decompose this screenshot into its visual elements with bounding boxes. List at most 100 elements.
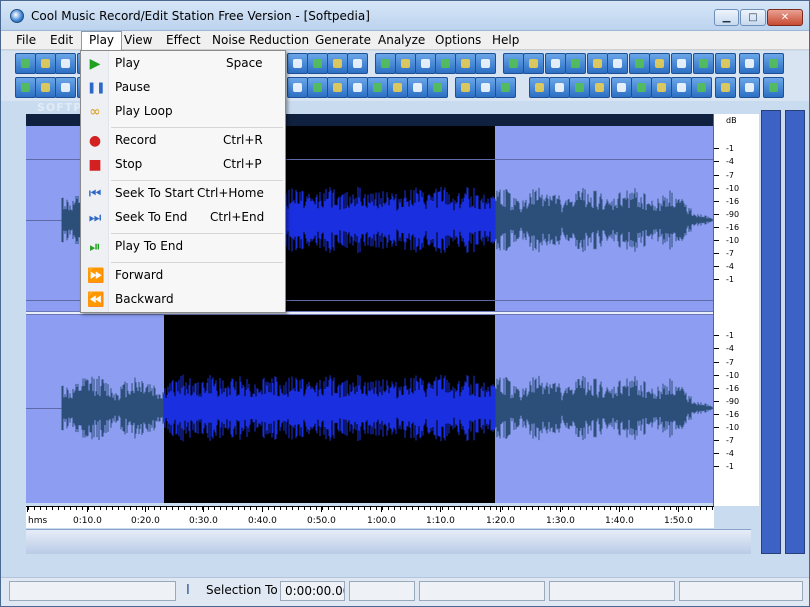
toolbar-button[interactable] bbox=[35, 77, 56, 98]
ruler-minor-tick bbox=[160, 507, 161, 510]
menu-item-label: Seek To Start bbox=[115, 186, 194, 200]
toolbar-button[interactable] bbox=[455, 77, 476, 98]
toolbar-button[interactable] bbox=[375, 53, 396, 74]
toolbar-button[interactable] bbox=[715, 53, 736, 74]
close-button[interactable]: ✕ bbox=[767, 9, 803, 26]
toolbar-button[interactable] bbox=[495, 77, 516, 98]
menu-item-stop[interactable]: ■ Stop Ctrl+P bbox=[81, 154, 285, 176]
toolbar-button[interactable] bbox=[327, 77, 348, 98]
menu-item-play-to-end[interactable]: ⏯ Play To End bbox=[81, 236, 285, 258]
menu-item-seek-to-end[interactable]: ⏭ Seek To End Ctrl+End bbox=[81, 207, 285, 229]
toolbar-button[interactable] bbox=[671, 53, 692, 74]
menu-item-forward[interactable]: ⏩ Forward bbox=[81, 265, 285, 287]
menu-item-play[interactable]: ▶ Play Space bbox=[81, 53, 285, 75]
toolbar-button[interactable] bbox=[545, 53, 566, 74]
toolbar-button[interactable] bbox=[435, 53, 456, 74]
toolbar-button[interactable] bbox=[739, 53, 760, 74]
menu-help[interactable]: Help bbox=[485, 31, 526, 50]
maximize-button[interactable]: □ bbox=[740, 9, 766, 26]
toolbar-button[interactable] bbox=[475, 77, 496, 98]
menu-item-seek-to-start[interactable]: ⏮ Seek To Start Ctrl+Home bbox=[81, 183, 285, 205]
horizontal-scrollbar[interactable] bbox=[26, 529, 751, 554]
ruler-minor-tick bbox=[340, 507, 341, 510]
menu-play[interactable]: Play bbox=[81, 31, 123, 50]
db-unit-label: dB bbox=[726, 116, 737, 125]
toolbar-button[interactable] bbox=[415, 53, 436, 74]
toolbar-button[interactable] bbox=[503, 53, 524, 74]
toolbar-button[interactable] bbox=[347, 77, 368, 98]
menu-item-label: Play Loop bbox=[115, 104, 173, 118]
menu-item-label: Stop bbox=[115, 157, 143, 171]
toolbar-button[interactable] bbox=[327, 53, 348, 74]
toolbar-button[interactable] bbox=[347, 53, 368, 74]
toolbar-button[interactable] bbox=[549, 77, 570, 98]
menu-noise-reduction[interactable]: Noise Reduction bbox=[205, 31, 316, 50]
play-menu-dropdown: ▶ Play Space ❚❚ Pause ∞ Play Loop ● Record Ctrl+R… bbox=[80, 50, 286, 313]
ruler-minor-tick bbox=[598, 507, 599, 510]
toolbar-button[interactable] bbox=[15, 77, 36, 98]
toolbar-button[interactable] bbox=[367, 77, 388, 98]
menu-item-play-loop[interactable]: ∞ Play Loop bbox=[81, 101, 285, 123]
menu-analyze[interactable]: Analyze bbox=[371, 31, 432, 50]
pause-icon: ❚❚ bbox=[87, 81, 106, 94]
toolbar-button[interactable] bbox=[589, 77, 610, 98]
toolbar-button[interactable] bbox=[587, 53, 608, 74]
menu-item-backward[interactable]: ⏪ Backward bbox=[81, 289, 285, 311]
db-tick-label: -10 bbox=[726, 423, 740, 432]
menu-edit[interactable]: Edit bbox=[43, 31, 80, 50]
toolbar-button[interactable] bbox=[55, 77, 76, 98]
ruler-minor-tick bbox=[316, 507, 317, 510]
toolbar-button[interactable] bbox=[763, 77, 784, 98]
ruler-minor-tick bbox=[616, 507, 617, 510]
toolbar-button[interactable] bbox=[15, 53, 36, 74]
toolbar-button[interactable] bbox=[565, 53, 586, 74]
toolbar-button[interactable] bbox=[651, 77, 672, 98]
menu-effect[interactable]: Effect bbox=[159, 31, 208, 50]
toolbar-button[interactable] bbox=[739, 77, 760, 98]
toolbar-button[interactable] bbox=[715, 77, 736, 98]
toolbar-button[interactable] bbox=[611, 77, 632, 98]
toolbar-button[interactable] bbox=[629, 53, 650, 74]
toolbar-button[interactable] bbox=[55, 53, 76, 74]
toolbar-button[interactable] bbox=[307, 53, 328, 74]
toolbar-button[interactable] bbox=[475, 53, 496, 74]
toolbar-button[interactable] bbox=[529, 77, 550, 98]
toolbar-button[interactable] bbox=[569, 77, 590, 98]
channel-2-wave bbox=[61, 374, 714, 442]
toolbar-button[interactable] bbox=[455, 53, 476, 74]
toolbar-button[interactable] bbox=[287, 53, 308, 74]
ruler-minor-tick bbox=[154, 507, 155, 510]
toolbar-button[interactable] bbox=[407, 77, 428, 98]
time-ruler[interactable]: hms 0:10.0 0:20.0 0:30.0 0:40.0 0:50.0 1:00.0 1… bbox=[26, 506, 714, 528]
toolbar-button[interactable] bbox=[395, 53, 416, 74]
title-bar[interactable]: Cool Music Record/Edit Station Free Vers… bbox=[1, 1, 809, 31]
toolbar-button[interactable] bbox=[287, 77, 308, 98]
ruler-tick bbox=[145, 507, 146, 512]
menu-item-record[interactable]: ● Record Ctrl+R bbox=[81, 130, 285, 152]
ruler-label: 0:40.0 bbox=[248, 516, 277, 526]
menu-item-label: Play bbox=[115, 56, 141, 70]
menu-file[interactable]: File bbox=[9, 31, 43, 50]
ruler-minor-tick bbox=[712, 507, 713, 510]
channel-2-waveform[interactable] bbox=[26, 315, 714, 503]
ruler-minor-tick bbox=[688, 507, 689, 510]
menu-view[interactable]: View bbox=[117, 31, 159, 50]
seek-start-icon: ⏮ bbox=[88, 186, 102, 202]
toolbar-button[interactable] bbox=[631, 77, 652, 98]
minimize-button[interactable]: ▁ bbox=[714, 9, 739, 26]
menu-generate[interactable]: Generate bbox=[308, 31, 378, 50]
toolbar-button[interactable] bbox=[693, 53, 714, 74]
toolbar-button[interactable] bbox=[607, 53, 628, 74]
toolbar-button[interactable] bbox=[691, 77, 712, 98]
toolbar-button[interactable] bbox=[387, 77, 408, 98]
toolbar-button[interactable] bbox=[671, 77, 692, 98]
toolbar-button[interactable] bbox=[307, 77, 328, 98]
db-tick bbox=[714, 201, 719, 202]
toolbar-button[interactable] bbox=[427, 77, 448, 98]
toolbar-button[interactable] bbox=[523, 53, 544, 74]
menu-options[interactable]: Options bbox=[428, 31, 488, 50]
toolbar-button[interactable] bbox=[35, 53, 56, 74]
toolbar-button[interactable] bbox=[763, 53, 784, 74]
toolbar-button[interactable] bbox=[649, 53, 670, 74]
menu-item-pause[interactable]: ❚❚ Pause bbox=[81, 77, 285, 99]
